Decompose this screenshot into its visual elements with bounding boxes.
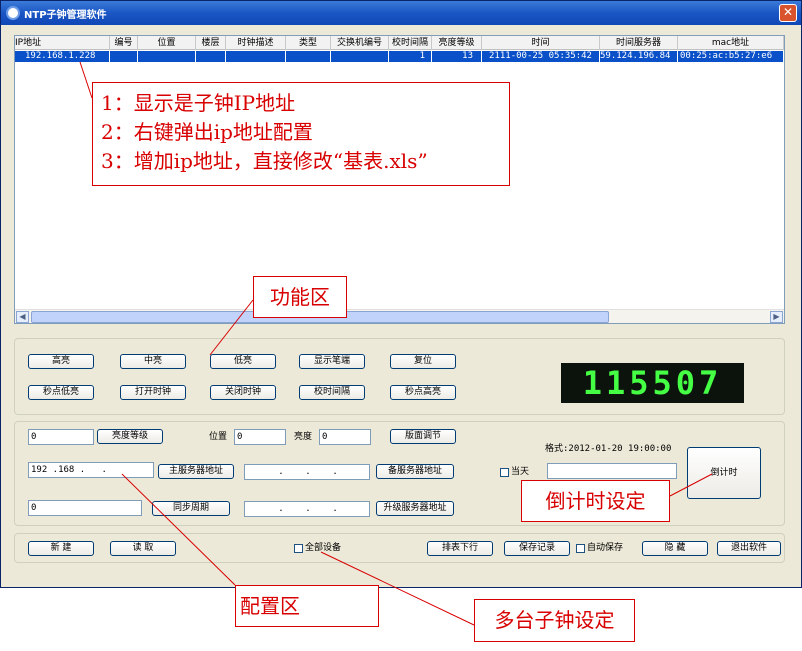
note-line-3: 3：增加ip地址，直接修改“基表.xls” — [101, 149, 428, 173]
annotation-line-config — [121, 473, 236, 586]
note-line-1: 1：显示是子钟IP地址 — [101, 91, 296, 115]
function-area-label: 功能区 — [253, 276, 347, 318]
config-area-label: 配置区 — [235, 585, 379, 627]
annotation-line-function — [209, 299, 254, 356]
note-box: 1：显示是子钟IP地址 2：右键弹出ip地址配置 3：增加ip地址，直接修改“基… — [92, 82, 510, 186]
note-line-2: 2：右键弹出ip地址配置 — [101, 120, 313, 144]
countdown-setting-label: 倒计时设定 — [521, 480, 670, 522]
multi-clock-label: 多台子钟设定 — [474, 599, 635, 642]
annotation-line-countdown — [669, 473, 713, 497]
annotation-line-ip — [79, 61, 93, 99]
